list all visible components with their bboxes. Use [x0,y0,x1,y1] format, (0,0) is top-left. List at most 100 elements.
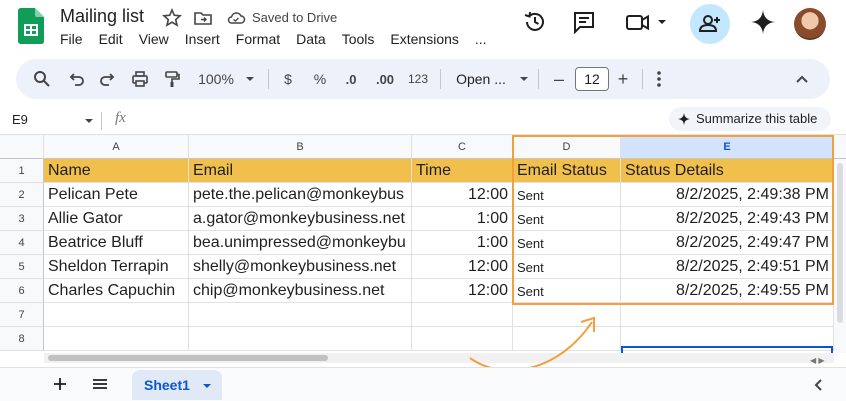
collapse-menu-icon[interactable] [790,59,814,99]
zoom-dropdown-icon[interactable] [242,59,258,99]
increase-decimal-button[interactable]: .00 [370,59,400,99]
scroll-arrows-icon[interactable]: ◀ ▶ [810,356,825,365]
toolbar-divider [440,69,441,89]
summarize-label: Summarize this table [696,111,818,126]
sheets-logo-icon[interactable] [18,8,44,44]
save-status: Saved to Drive [252,10,338,25]
percent-format-button[interactable]: % [308,59,332,99]
search-menus-icon[interactable] [28,59,56,99]
share-button[interactable] [690,4,730,44]
gemini-icon[interactable] [749,8,777,36]
sheet-tab-label: Sheet1 [144,377,190,393]
menu-edit[interactable]: Edit [99,31,123,47]
cell-time[interactable]: 12:00 [412,279,513,303]
cell-name[interactable]: Allie Gator [44,207,189,231]
currency-format-button[interactable]: $ [276,59,300,99]
column-header-b[interactable]: B [189,135,412,159]
cell-name[interactable]: Pelican Pete [44,183,189,207]
print-icon[interactable] [126,59,154,99]
selected-cell-e9[interactable] [621,346,833,353]
horizontal-scroll-thumb[interactable] [48,355,328,361]
increase-font-size-button[interactable]: + [612,59,634,99]
add-sheet-icon[interactable] [48,372,72,396]
paint-format-icon[interactable] [158,59,186,99]
row-header[interactable]: 4 [0,231,44,255]
row-header[interactable]: 6 [0,279,44,303]
font-select[interactable]: Open ... [448,59,514,99]
menu-insert[interactable]: Insert [185,31,220,47]
toolbar-divider [538,69,539,89]
row-header[interactable]: 1 [0,159,44,183]
cell-name[interactable]: Beatrice Bluff [44,231,189,255]
menu-more[interactable]: ... [475,31,487,47]
sheet-scroll-left-icon[interactable] [812,378,826,392]
empty-cell[interactable] [621,303,834,327]
menu-data[interactable]: Data [296,31,326,47]
move-folder-icon[interactable] [193,8,213,28]
menu-file[interactable]: File [60,31,83,47]
cell-email[interactable]: shelly@monkeybusiness.net [189,255,412,279]
row-header[interactable]: 5 [0,255,44,279]
name-box[interactable]: E9 [0,108,100,132]
font-dropdown-icon[interactable] [516,59,532,99]
all-sheets-icon[interactable] [88,372,112,396]
cell-time[interactable]: 12:00 [412,255,513,279]
header-cell-email[interactable]: Email [189,159,412,183]
font-size-input[interactable]: 12 [575,67,609,91]
cell-email[interactable]: bea.unimpressed@monkeybu [189,231,412,255]
cell-email[interactable]: a.gator@monkeybusiness.net [189,207,412,231]
menu-bar: File Edit View Insert Format Data Tools … [60,31,503,47]
zoom-select[interactable]: 100% [194,59,238,99]
cell-reference: E9 [12,112,28,127]
select-all-corner[interactable] [0,135,44,159]
row-header[interactable]: 8 [0,327,44,351]
gemini-spark-icon [678,113,690,125]
menu-extensions[interactable]: Extensions [390,31,458,47]
version-history-icon[interactable] [521,8,549,36]
cell-time[interactable]: 12:00 [412,183,513,207]
star-icon[interactable] [162,7,182,28]
document-title[interactable]: Mailing list [60,6,144,27]
menu-view[interactable]: View [139,31,169,47]
cell-email[interactable]: chip@monkeybusiness.net [189,279,412,303]
comments-icon[interactable] [570,8,598,36]
more-options-icon[interactable] [650,59,668,99]
cloud-saved-icon [226,8,246,28]
row-header[interactable]: 3 [0,207,44,231]
name-box-dropdown-icon[interactable] [84,116,94,126]
vertical-scroll-thumb[interactable] [837,163,843,323]
cell-time[interactable]: 1:00 [412,207,513,231]
empty-cell[interactable] [189,327,412,351]
empty-cell[interactable] [189,303,412,327]
empty-cell[interactable] [44,303,189,327]
column-header-a[interactable]: A [44,135,189,159]
cell-name[interactable]: Charles Capuchin [44,279,189,303]
header-cell-name[interactable]: Name [44,159,189,183]
decrease-font-size-button[interactable]: – [548,59,570,99]
avatar[interactable] [794,8,826,40]
sheet-tab-sheet1[interactable]: Sheet1 [132,370,222,400]
cell-name[interactable]: Sheldon Terrapin [44,255,189,279]
summarize-table-button[interactable]: Summarize this table [669,107,831,131]
more-formats-button[interactable]: 123 [404,59,432,99]
undo-icon[interactable] [62,59,90,99]
sheet-menu-dropdown-icon[interactable] [202,381,212,391]
row-header[interactable]: 2 [0,183,44,207]
meet-video-icon[interactable] [624,8,672,36]
vertical-scrollbar[interactable] [834,159,846,353]
cell-email[interactable]: pete.the.pelican@monkeybus [189,183,412,207]
menu-tools[interactable]: Tools [342,31,375,47]
column-header-filler [834,135,846,159]
toolbar-divider [642,69,643,89]
column-header-c[interactable]: C [412,135,513,159]
highlighted-columns-outline [512,135,834,305]
fx-icon: fx [115,110,126,126]
menu-format[interactable]: Format [236,31,280,47]
redo-icon[interactable] [94,59,122,99]
empty-cell[interactable] [44,327,189,351]
cell-time[interactable]: 1:00 [412,231,513,255]
toolbar: 100% $ % .0 .00 123 Open ... – 12 + [16,59,830,99]
header-cell-time[interactable]: Time [412,159,513,183]
decrease-decimal-button[interactable]: .0 [338,59,364,99]
row-header[interactable]: 7 [0,303,44,327]
